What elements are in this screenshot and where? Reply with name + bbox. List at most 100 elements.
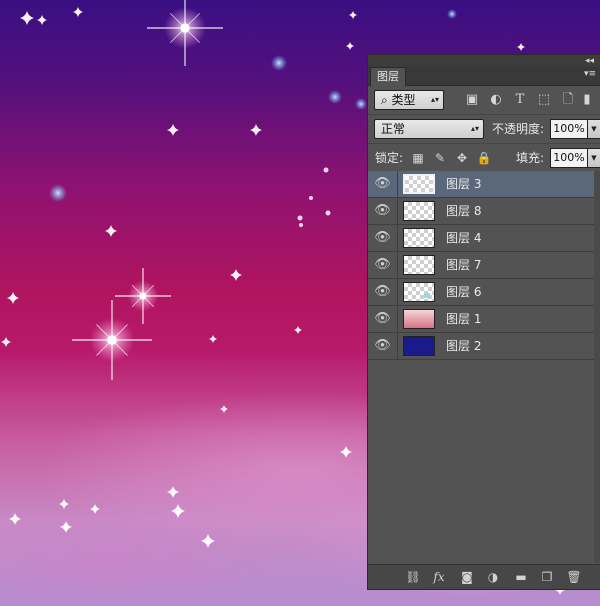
layer-list: 👁 图层 3 👁 图层 8 👁 图层 4 👁 图层 7 👁 图层 6 👁 图层 1 👁 图层 2 [368, 171, 594, 360]
adjustment-icon[interactable]: ◑ [484, 568, 502, 586]
sparkle-star [171, 504, 185, 518]
new-layer-icon[interactable]: ❐ [538, 568, 556, 586]
sparkle-star [346, 42, 354, 50]
sparkle-star [340, 446, 352, 458]
layers-panel: ◂◂ 图层 ▾≡ ⌕ 类型 ▴▾ ▣ ◐ T ⬚ 🗋 ▮ 正常 ▴▾ 不透明度:… [367, 54, 600, 590]
collapse-panel-icon[interactable]: ◂◂ [585, 55, 594, 67]
opacity-dropdown-icon[interactable]: ▼ [588, 119, 600, 139]
fill-input[interactable]: 100% [550, 148, 588, 168]
layer-name[interactable]: 图层 6 [446, 279, 481, 305]
sparkle-star [59, 499, 69, 509]
panel-menu-icon[interactable]: ▾≡ [584, 69, 596, 79]
layer-row[interactable]: 👁 图层 6 [368, 279, 594, 306]
layer-name[interactable]: 图层 8 [446, 198, 481, 224]
smart-object-filter-icon[interactable]: 🗋 [560, 92, 576, 108]
blend-mode-value: 正常 [381, 122, 406, 136]
sparkle-star [73, 7, 83, 17]
glow-dot [299, 223, 303, 227]
visibility-eye-icon[interactable]: 👁 [368, 225, 398, 251]
link-icon[interactable]: ⛓ [404, 568, 422, 586]
glow-dot [323, 167, 329, 173]
visibility-eye-icon[interactable]: 👁 [368, 306, 398, 332]
sparkle-star [167, 124, 179, 136]
layer-name[interactable]: 图层 1 [446, 306, 481, 332]
visibility-eye-icon[interactable]: 👁 [368, 333, 398, 359]
layer-thumbnail[interactable] [403, 228, 435, 248]
layer-row[interactable]: 👁 图层 7 [368, 252, 594, 279]
shape-filter-icon[interactable]: ⬚ [536, 92, 552, 108]
trash-icon[interactable]: 🗑 [565, 568, 583, 586]
layer-name[interactable]: 图层 2 [446, 333, 481, 359]
sparkle-star [250, 124, 262, 136]
filter-row: ⌕ 类型 ▴▾ ▣ ◐ T ⬚ 🗋 ▮ [368, 86, 600, 115]
panel-title-bar[interactable]: ◂◂ [368, 55, 600, 67]
layer-name[interactable]: 图层 7 [446, 252, 481, 278]
panel-bottom-toolbar: ⛓ fx ◙ ◑ ▬ ❐ 🗑 [368, 564, 600, 589]
tab-layers[interactable]: 图层 [370, 67, 406, 86]
sparkle-star [1, 337, 11, 347]
visibility-eye-icon[interactable]: 👁 [368, 279, 398, 305]
sparkle-star [7, 292, 19, 304]
lock-label: 锁定: [375, 151, 404, 165]
search-icon: ⌕ [381, 93, 392, 107]
sparkle-star [37, 15, 47, 25]
fill-dropdown-icon[interactable]: ▼ [588, 148, 600, 168]
fill-label: 填充: [516, 151, 545, 165]
layer-row[interactable]: 👁 图层 2 [368, 333, 594, 360]
lock-all-icon[interactable]: 🔒 [476, 150, 492, 166]
blend-row: 正常 ▴▾ 不透明度: 100% ▼ [368, 115, 600, 144]
visibility-eye-icon[interactable]: 👁 [368, 252, 398, 278]
layer-thumbnail[interactable] [403, 174, 435, 194]
layer-thumbnail[interactable] [403, 282, 435, 302]
chevron-updown-icon: ▴▾ [430, 95, 439, 104]
sparkle-star [230, 269, 242, 281]
mask-icon[interactable]: ◙ [458, 568, 476, 586]
sparkle-star [209, 335, 217, 343]
layer-row[interactable]: 👁 图层 8 [368, 198, 594, 225]
folder-icon[interactable]: ▬ [512, 568, 530, 586]
sparkle-star [20, 11, 34, 25]
sparkle-star [60, 521, 72, 533]
visibility-eye-icon[interactable]: 👁 [368, 171, 398, 197]
layer-thumbnail[interactable] [403, 201, 435, 221]
visibility-eye-icon[interactable]: 👁 [368, 198, 398, 224]
glow-dot [271, 55, 287, 71]
layer-name[interactable]: 图层 4 [446, 225, 481, 251]
blend-mode-select[interactable]: 正常 ▴▾ [374, 119, 484, 139]
sparkle-star [105, 225, 117, 237]
glow-dot [325, 210, 331, 216]
sparkle-star [201, 534, 215, 548]
image-filter-icon[interactable]: ▣ [464, 92, 480, 108]
sparkle-star [517, 43, 525, 51]
star-core [107, 335, 117, 345]
glow-dot [447, 9, 457, 19]
sparkle-star [220, 405, 228, 413]
layer-row[interactable]: 👁 图层 3 [368, 171, 594, 198]
sparkle-star [9, 513, 21, 525]
fx-icon[interactable]: fx [430, 568, 448, 586]
sparkle-star [167, 486, 179, 498]
lock-row: 锁定: ▦ ✎ ✥ 🔒 填充: 100% ▼ [368, 144, 600, 173]
layer-row[interactable]: 👁 图层 4 [368, 225, 594, 252]
layer-thumbnail[interactable] [403, 255, 435, 275]
layer-name[interactable]: 图层 3 [446, 171, 481, 197]
lock-transparent-pixels-icon[interactable]: ▦ [410, 150, 426, 166]
type-filter-icon[interactable]: T [512, 92, 528, 108]
glow-dot [309, 196, 313, 200]
layer-list-scrollbar[interactable] [594, 171, 600, 563]
glow-dot [297, 215, 303, 221]
chevron-updown-icon: ▴▾ [470, 124, 479, 133]
layer-thumbnail[interactable] [403, 309, 435, 329]
filter-kind-label: 类型 [391, 93, 416, 107]
filter-kind-select[interactable]: ⌕ 类型 ▴▾ [374, 90, 444, 110]
lock-image-pixels-icon[interactable]: ✎ [432, 150, 448, 166]
layer-row[interactable]: 👁 图层 1 [368, 306, 594, 333]
glow-dot [355, 98, 367, 110]
adjustment-filter-icon[interactable]: ◐ [488, 92, 504, 108]
star-core [139, 292, 147, 300]
opacity-input[interactable]: 100% [550, 119, 588, 139]
filter-toggle-icon[interactable]: ▮ [582, 92, 592, 108]
panel-tab-strip: 图层 ▾≡ [368, 67, 600, 86]
layer-thumbnail[interactable] [403, 336, 435, 356]
lock-position-icon[interactable]: ✥ [454, 150, 470, 166]
